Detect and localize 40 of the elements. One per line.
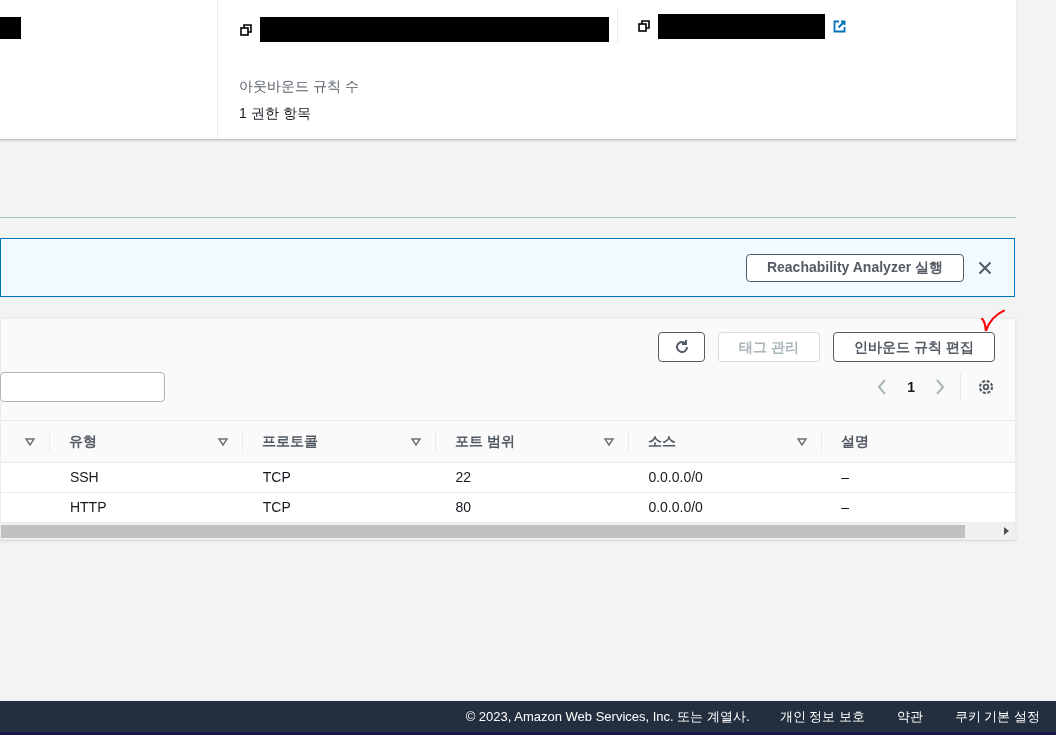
field-value: 1 권한 항목 [239,104,312,123]
search-field[interactable] [0,372,165,402]
sort-icon[interactable] [797,437,808,446]
table-cell: – [841,469,849,485]
refresh-button[interactable] [658,332,706,362]
column-header[interactable]: 프로토콜 [262,431,319,452]
copyright-text: © 2023, Amazon Web Services, Inc. 또는 계열사. [465,707,750,726]
copy-icon[interactable] [240,23,252,36]
footer-link[interactable]: 약관 [896,706,923,727]
copy-icon[interactable] [638,20,650,32]
table-cell: – [841,499,849,515]
table-cell: 0.0.0.0/0 [648,499,703,515]
footer-link[interactable]: 개인 정보 보호 [779,706,865,727]
horizontal-scrollbar[interactable] [1,523,1015,539]
column-header[interactable]: 소스 [648,431,677,452]
table-cell: TCP [262,469,291,485]
footer-link[interactable]: 쿠키 기본 설정 [954,706,1040,727]
table-cell: 22 [455,469,472,485]
page-number[interactable]: 1 [907,376,915,398]
settings-icon[interactable] [977,378,995,396]
table-cell: HTTP [69,499,107,515]
external-link-icon[interactable] [833,19,846,33]
field-label: 아웃바운드 규칙 수 [239,77,360,96]
sort-icon[interactable] [411,437,422,446]
column-header[interactable]: 포트 범위 [455,431,516,452]
redaction-bar [0,17,21,39]
table-cell: TCP [262,499,291,515]
sort-icon[interactable] [604,437,615,446]
sort-icon[interactable] [25,437,36,446]
table-cell: SSH [69,469,99,485]
table-cell: 0.0.0.0/0 [648,469,703,485]
sort-icon[interactable] [218,437,229,446]
scroll-right-icon[interactable] [1004,527,1009,535]
reachability-analyzer-button[interactable]: Reachability Analyzer 실행 [745,253,964,282]
refresh-icon [673,339,690,355]
close-icon[interactable] [978,260,992,275]
toolbar-button[interactable]: 인바운드 규칙 편집 [833,332,995,362]
table-cell: 80 [455,499,472,515]
column-header[interactable]: 설명 [841,431,870,452]
column-header[interactable]: 유형 [69,431,98,452]
